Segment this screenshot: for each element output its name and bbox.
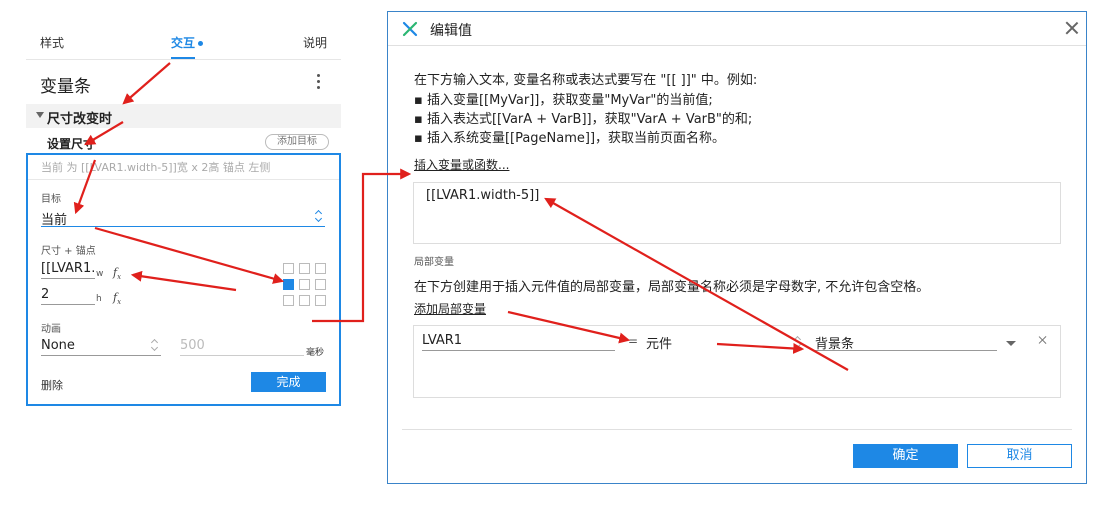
anchor-bottom-right[interactable]: [315, 295, 326, 306]
tab-interactions-label: 交互: [171, 36, 196, 50]
anchor-right[interactable]: [315, 279, 326, 290]
width-fx-icon[interactable]: fx: [113, 266, 121, 281]
select-arrows-icon: [151, 338, 159, 352]
width-unit: w: [96, 269, 104, 279]
target-value: 当前: [41, 213, 68, 228]
duration-value: 500: [180, 338, 205, 353]
size-anchor-label: 尺寸 + 锚点: [41, 246, 96, 257]
cancel-button[interactable]: 取消: [967, 444, 1072, 468]
fx-sub: x: [117, 273, 122, 282]
insert-variable-link[interactable]: 插入变量或函数...: [414, 156, 509, 173]
edit-value-dialog: 编辑值 在下方输入文本, 变量名称或表达式要写在 "[[ ]]" 中。例如: ▪…: [387, 11, 1087, 484]
anchor-center[interactable]: [299, 279, 310, 290]
dialog-title: 编辑值: [430, 23, 472, 39]
close-icon[interactable]: [1064, 20, 1080, 36]
animation-label: 动画: [41, 324, 61, 335]
ok-button[interactable]: 确定: [853, 444, 958, 468]
local-variables-description: 在下方创建用于插入元件值的局部变量，局部变量名称必须是字母数字, 不允许包含空格…: [414, 280, 930, 295]
tab-style[interactable]: 样式: [40, 34, 64, 51]
target-select[interactable]: 当前: [41, 207, 325, 228]
fx-sub: x: [117, 298, 122, 307]
panel-tabs: 样式 交互 说明: [26, 22, 341, 60]
set-size-editor: 当前 为 [[LVAR1.width-5]]宽 x 2高 锚点 左侧 目标 当前…: [26, 153, 341, 406]
remove-variable-icon[interactable]: [1038, 335, 1048, 345]
action-label[interactable]: 设置尺寸: [47, 135, 95, 152]
add-target-button[interactable]: 添加目标: [265, 134, 329, 150]
event-header[interactable]: 尺寸改变时: [26, 104, 341, 128]
instruction-line: ▪ 插入变量[[MyVar]]，获取变量"MyVar"的当前值;: [414, 93, 713, 108]
height-fx-icon[interactable]: fx: [113, 291, 121, 306]
select-arrows-icon: [794, 335, 802, 349]
local-variable-name-input[interactable]: LVAR1: [422, 332, 615, 351]
width-input[interactable]: [[LVAR1.width-5]]: [41, 260, 95, 279]
dialog-header: 编辑值: [388, 12, 1086, 46]
expression-textarea[interactable]: [[LVAR1.width-5]]: [413, 182, 1061, 244]
anchor-bottom-left[interactable]: [283, 295, 294, 306]
equals-sign: =: [628, 334, 639, 348]
anchor-grid: [283, 263, 328, 308]
animation-value: None: [41, 338, 75, 353]
duration-input[interactable]: 500: [180, 336, 304, 356]
done-button[interactable]: 完成: [251, 372, 326, 392]
add-local-variable-link[interactable]: 添加局部变量: [414, 300, 486, 317]
anchor-top-left[interactable]: [283, 263, 294, 274]
instruction-line: 在下方输入文本, 变量名称或表达式要写在 "[[ ]]" 中。例如:: [414, 73, 758, 88]
more-options-icon[interactable]: [312, 72, 324, 90]
divider: [28, 179, 339, 180]
local-variable-target-select[interactable]: 背景条: [815, 332, 997, 352]
target-label: 目标: [41, 194, 61, 205]
local-variables-label: 局部变量: [414, 257, 454, 268]
select-arrows-icon: [315, 209, 323, 223]
delete-button[interactable]: 删除: [41, 377, 63, 393]
expression-value: [[LVAR1.width-5]]: [426, 188, 540, 203]
height-input[interactable]: 2: [41, 286, 95, 305]
instruction-line: ▪ 插入表达式[[VarA + VarB]]，获取"VarA + VarB"的和…: [414, 112, 753, 127]
anchor-left-selected[interactable]: [283, 279, 294, 290]
instruction-line: ▪ 插入系统变量[[PageName]]，获取当前页面名称。: [414, 131, 726, 146]
animation-select[interactable]: None: [41, 336, 161, 356]
footer-divider: [402, 429, 1072, 430]
collapse-triangle-icon: [36, 112, 44, 118]
duration-unit: 毫秒: [306, 348, 325, 358]
interactions-panel: 样式 交互 说明 变量条 尺寸改变时 设置尺寸 添加目标 当前 为 [[LVAR…: [26, 22, 341, 406]
tab-notes[interactable]: 说明: [303, 34, 327, 51]
event-label: 尺寸改变时: [47, 112, 113, 127]
height-unit: h: [96, 294, 102, 304]
tab-interactions[interactable]: 交互: [171, 34, 204, 51]
anchor-top[interactable]: [299, 263, 310, 274]
anchor-top-right[interactable]: [315, 263, 326, 274]
active-dot-icon: [198, 41, 204, 46]
local-variable-type-select[interactable]: 元件: [646, 332, 798, 352]
local-variables-list: LVAR1 = 元件 背景条: [413, 325, 1061, 398]
local-variable-type-value: 元件: [646, 337, 673, 352]
action-summary: 当前 为 [[LVAR1.width-5]]宽 x 2高 锚点 左侧: [41, 161, 271, 174]
anchor-bottom[interactable]: [299, 295, 310, 306]
axure-logo-icon: [402, 21, 418, 37]
dropdown-caret-icon[interactable]: [1006, 341, 1016, 346]
active-tab-underline: [171, 57, 195, 59]
widget-name[interactable]: 变量条: [40, 72, 91, 97]
